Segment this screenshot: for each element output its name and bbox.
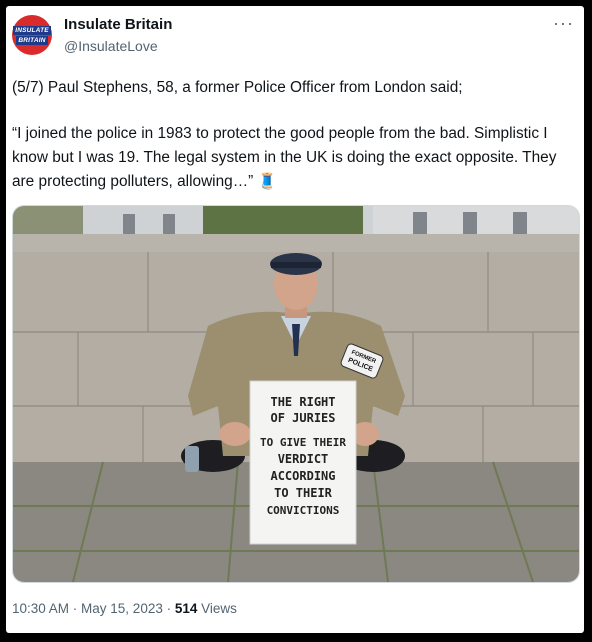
sign-line-2: OF JURIES: [270, 411, 335, 425]
account-name[interactable]: Insulate Britain: [64, 16, 172, 33]
tweet-line-1: (5/7) Paul Stephens, 58, a former Police…: [12, 79, 463, 96]
views-label: Views: [197, 601, 237, 616]
tweet-photo[interactable]: FORMER POLICE THE RIGHT OF JURIES TO GIV…: [12, 205, 580, 583]
sign-line-5: ACCORDING: [270, 469, 335, 483]
account-handle[interactable]: @InsulateLove: [64, 38, 158, 54]
avatar-line-1: INSULATE: [13, 25, 51, 35]
tweet-metadata: 10:30 AM · May 15, 2023 · 514 Views: [12, 601, 237, 616]
tweet-quote: “I joined the police in 1983 to protect …: [12, 125, 557, 190]
tweet-text: (5/7) Paul Stephens, 58, a former Police…: [12, 76, 572, 194]
timestamp[interactable]: 10:30 AM · May 15, 2023 ·: [12, 601, 175, 616]
sign-line-7: CONVICTIONS: [267, 504, 340, 517]
protest-photo: FORMER POLICE THE RIGHT OF JURIES TO GIV…: [13, 206, 579, 582]
sign-line-3: TO GIVE THEIR: [260, 436, 346, 449]
sign-line-1: THE RIGHT: [270, 395, 335, 409]
sign-line-4: VERDICT: [278, 452, 329, 466]
tweet-card: INSULATE BRITAIN Insulate Britain @Insul…: [6, 6, 584, 633]
avatar[interactable]: INSULATE BRITAIN: [12, 15, 52, 55]
more-options-icon[interactable]: ···: [553, 14, 574, 32]
avatar-line-2: BRITAIN: [16, 35, 48, 45]
views-count: 514: [174, 601, 198, 616]
sign-line-6: TO THEIR: [274, 486, 333, 500]
